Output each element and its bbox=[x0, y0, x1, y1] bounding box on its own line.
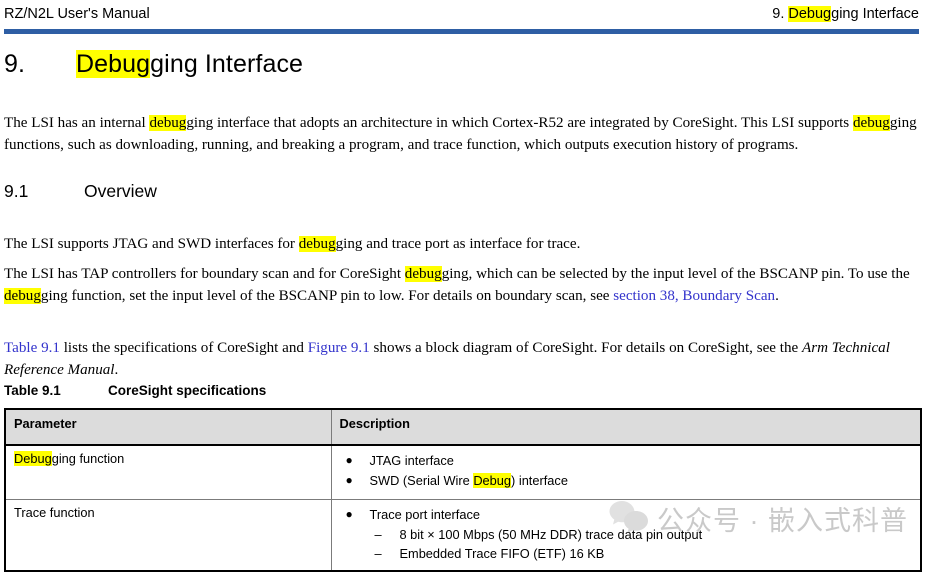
intro-highlight-2: debug bbox=[852, 115, 890, 132]
header-chapter-number: 9. bbox=[772, 6, 789, 22]
table-column-header-parameter: Parameter bbox=[4, 408, 332, 446]
table-cell-parameter-debugging-function: Debugging function bbox=[4, 445, 332, 500]
list-item-label-pre: SWD (Serial Wire bbox=[369, 472, 474, 488]
link-figure-9-1[interactable]: Figure 9.1 bbox=[308, 340, 370, 356]
cell-parameter-text: ging function bbox=[51, 451, 125, 466]
ov2-seg-4: . bbox=[775, 287, 779, 304]
page-title-number: 9. bbox=[4, 50, 26, 78]
header-highlight-debug: Debug bbox=[788, 6, 832, 22]
page-title: 9. Debugging Interface bbox=[4, 50, 303, 79]
overview-paragraph-3: Table 9.1 lists the specifications of Co… bbox=[4, 338, 922, 381]
overview-paragraph-1: The LSI supports JTAG and SWD interfaces… bbox=[4, 234, 920, 256]
table-row: Debugging function ● JTAG interface ● SWD … bbox=[4, 445, 922, 500]
dash-icon: – bbox=[374, 526, 382, 542]
intro-highlight-1: debug bbox=[149, 115, 187, 132]
section-number: 9.1 bbox=[4, 181, 29, 201]
table-header-row: Parameter Description bbox=[4, 408, 922, 446]
dash-icon: – bbox=[374, 546, 382, 561]
section-title: Overview bbox=[84, 181, 157, 201]
intro-seg-2: ging interface that adopts an architectu… bbox=[186, 115, 853, 132]
sub-list: – 8 bit × 100 Mbps (50 MHz DDR) trace dat… bbox=[370, 525, 913, 564]
header-manual-title: RZ/N2L User's Manual bbox=[4, 6, 150, 22]
table-cell-description-trace-function: ● Trace port interface – 8 bit × 100 Mbps … bbox=[330, 499, 922, 572]
list-item: ● Trace port interface – 8 bit × 100 Mbps … bbox=[340, 505, 913, 564]
bullet-icon: ● bbox=[345, 453, 353, 467]
page-title-highlight-debug: Debug bbox=[76, 50, 151, 78]
list-item: – 8 bit × 100 Mbps (50 MHz DDR) trace dat… bbox=[370, 525, 913, 545]
cell-highlight-debug: Debug bbox=[14, 451, 52, 466]
ov3-seg-2: shows a block diagram of CoreSight. For … bbox=[369, 340, 802, 357]
table-caption: Table 9.1 CoreSight specifications bbox=[4, 383, 266, 398]
list-item: ● SWD (Serial Wire Debug) interface bbox=[340, 471, 913, 491]
list-item-label-post: ) interface bbox=[511, 472, 568, 488]
ov3-seg-3: . bbox=[114, 361, 119, 378]
list-item: – Embedded Trace FIFO (ETF) 16 KB bbox=[370, 544, 913, 564]
sub-item-label: Embedded Trace FIFO (ETF) 16 KB bbox=[399, 546, 605, 561]
header-blue-rule bbox=[4, 29, 919, 34]
intro-paragraph: The LSI has an internal debugging interf… bbox=[4, 113, 920, 156]
bullet-list: ● JTAG interface ● SWD (Serial Wire Debug)… bbox=[340, 451, 913, 490]
sub-item-label: 8 bit × 100 Mbps (50 MHz DDR) trace data… bbox=[399, 526, 703, 542]
bullet-icon: ● bbox=[345, 507, 353, 521]
intro-seg-1: The LSI has an internal bbox=[4, 115, 150, 132]
coresight-specifications-table: Parameter Description Debugging function… bbox=[4, 408, 922, 572]
list-item-highlight-debug: Debug bbox=[473, 472, 512, 488]
table-caption-title: CoreSight specifications bbox=[108, 383, 267, 398]
document-page: RZ/N2L User's Manual 9. Debugging Interf… bbox=[0, 0, 925, 572]
link-table-9-1[interactable]: Table 9.1 bbox=[4, 340, 60, 356]
table-row: Trace function ● Trace port interface – 8 … bbox=[4, 499, 922, 572]
link-section-38-boundary-scan[interactable]: section 38, Boundary Scan bbox=[613, 288, 775, 304]
list-item: ● JTAG interface bbox=[340, 451, 913, 471]
cell-parameter-text: Trace function bbox=[14, 505, 95, 520]
ov2-seg-2: ging, which can be selected by the input… bbox=[441, 266, 910, 283]
ov2-highlight-2: debug bbox=[4, 287, 41, 304]
list-item-label: Trace port interface bbox=[369, 507, 480, 522]
ov3-seg-1: lists the specifications of CoreSight an… bbox=[59, 340, 308, 357]
table-cell-description-debugging-function: ● JTAG interface ● SWD (Serial Wire Debug)… bbox=[330, 445, 922, 500]
running-header: RZ/N2L User's Manual 9. Debugging Interf… bbox=[0, 0, 925, 28]
header-chapter-suffix: ging Interface bbox=[831, 6, 919, 22]
ov2-highlight-1: debug bbox=[404, 266, 442, 283]
header-chapter-title: 9. Debugging Interface bbox=[772, 6, 919, 22]
bullet-icon: ● bbox=[345, 472, 353, 487]
table-cell-parameter-trace-function: Trace function bbox=[4, 499, 332, 572]
ov1-highlight: debug bbox=[298, 236, 336, 253]
ov2-seg-1: The LSI has TAP controllers for boundary… bbox=[4, 266, 405, 283]
ov1-seg-2: ging and trace port as interface for tra… bbox=[335, 236, 581, 253]
overview-paragraph-2: The LSI has TAP controllers for boundary… bbox=[4, 264, 922, 307]
ov1-seg-1: The LSI supports JTAG and SWD interfaces… bbox=[4, 236, 299, 253]
section-heading-overview: 9.1 Overview bbox=[4, 181, 157, 202]
list-item-label: JTAG interface bbox=[369, 453, 454, 468]
ov2-seg-3: ging function, set the input level of th… bbox=[40, 287, 614, 304]
bullet-list: ● Trace port interface – 8 bit × 100 Mbps … bbox=[340, 505, 913, 564]
table-caption-number: Table 9.1 bbox=[4, 383, 61, 398]
table-column-header-description: Description bbox=[330, 408, 922, 446]
page-title-rest: ging Interface bbox=[150, 50, 304, 78]
